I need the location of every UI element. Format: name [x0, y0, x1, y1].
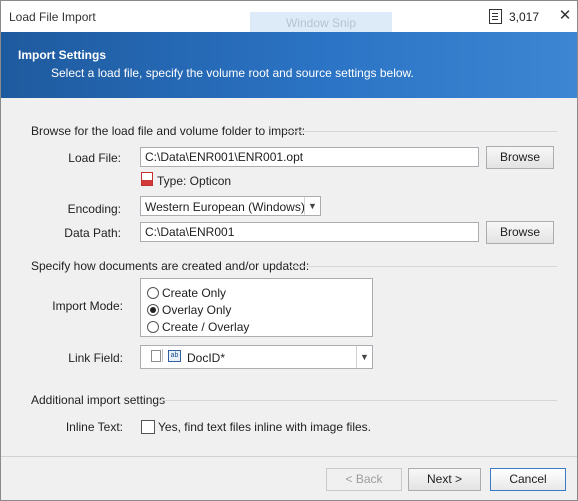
browse-section-heading: Browse for the load file and volume fold… [31, 124, 306, 138]
inline-text-label: Inline Text: [65, 420, 123, 434]
import-mode-group: Create Only Overlay Only Create / Overla… [140, 278, 373, 337]
import-mode-create-only-label: Create Only [162, 286, 227, 300]
radio-button[interactable] [147, 287, 159, 299]
document-count: 3,017 [509, 10, 540, 24]
additional-section-divider [158, 400, 557, 401]
browse-section-divider [284, 131, 557, 132]
window-snip-overlay: Window Snip [250, 12, 392, 32]
back-button[interactable]: < Back [326, 468, 402, 491]
data-path-browse-button[interactable]: Browse [486, 221, 554, 244]
banner-subtext: Select a load file, specify the volume r… [51, 66, 414, 80]
icon-separator [162, 349, 163, 362]
chevron-down-icon: ▼ [304, 197, 320, 215]
opticon-file-icon [141, 172, 153, 186]
document-count-icon [489, 9, 502, 24]
additional-section-heading: Additional import settings [31, 393, 166, 407]
load-file-input[interactable]: C:\Data\ENR001\ENR001.opt [140, 147, 479, 167]
window-title: Load File Import [9, 10, 96, 24]
load-file-browse-button[interactable]: Browse [486, 146, 554, 169]
next-button[interactable]: Next > [408, 468, 481, 491]
title-bar: Load File Import Window Snip 3,017 ✕ [1, 1, 577, 32]
load-file-type: Type: Opticon [157, 174, 232, 188]
inline-text-checkbox[interactable] [141, 420, 155, 434]
import-mode-label: Import Mode: [52, 299, 123, 313]
radio-button-selected[interactable] [147, 304, 159, 316]
import-mode-overlay-only-label: Overlay Only [162, 303, 232, 317]
link-field-label: Link Field: [68, 351, 123, 365]
load-file-import-dialog: Load File Import Window Snip 3,017 ✕ Imp… [0, 0, 578, 501]
cancel-button[interactable]: Cancel [490, 468, 566, 491]
load-file-label: Load File: [68, 151, 121, 165]
banner-heading: Import Settings [18, 48, 107, 62]
header-banner: Import Settings Select a load file, spec… [1, 32, 577, 98]
documents-section-divider [290, 266, 557, 267]
data-path-label: Data Path: [64, 226, 121, 240]
radio-button[interactable] [147, 321, 159, 333]
encoding-select[interactable]: Western European (Windows) ▼ [140, 196, 321, 216]
footer-divider [1, 456, 577, 457]
inline-text-checkbox-label[interactable]: Yes, find text files inline with image f… [158, 420, 371, 434]
link-field-value: DocID* [187, 351, 226, 365]
link-field-select[interactable]: ab DocID* ▼ [140, 345, 373, 369]
document-icon [151, 350, 161, 362]
close-icon[interactable]: ✕ [555, 6, 575, 26]
chevron-down-icon: ▼ [356, 346, 372, 368]
encoding-label: Encoding: [67, 202, 121, 216]
data-path-input[interactable]: C:\Data\ENR001 [140, 222, 479, 242]
encoding-value: Western European (Windows) [145, 200, 305, 214]
text-field-icon: ab [168, 350, 181, 362]
import-mode-create-overlay-label: Create / Overlay [162, 320, 250, 334]
documents-section-heading: Specify how documents are created and/or… [31, 259, 310, 273]
